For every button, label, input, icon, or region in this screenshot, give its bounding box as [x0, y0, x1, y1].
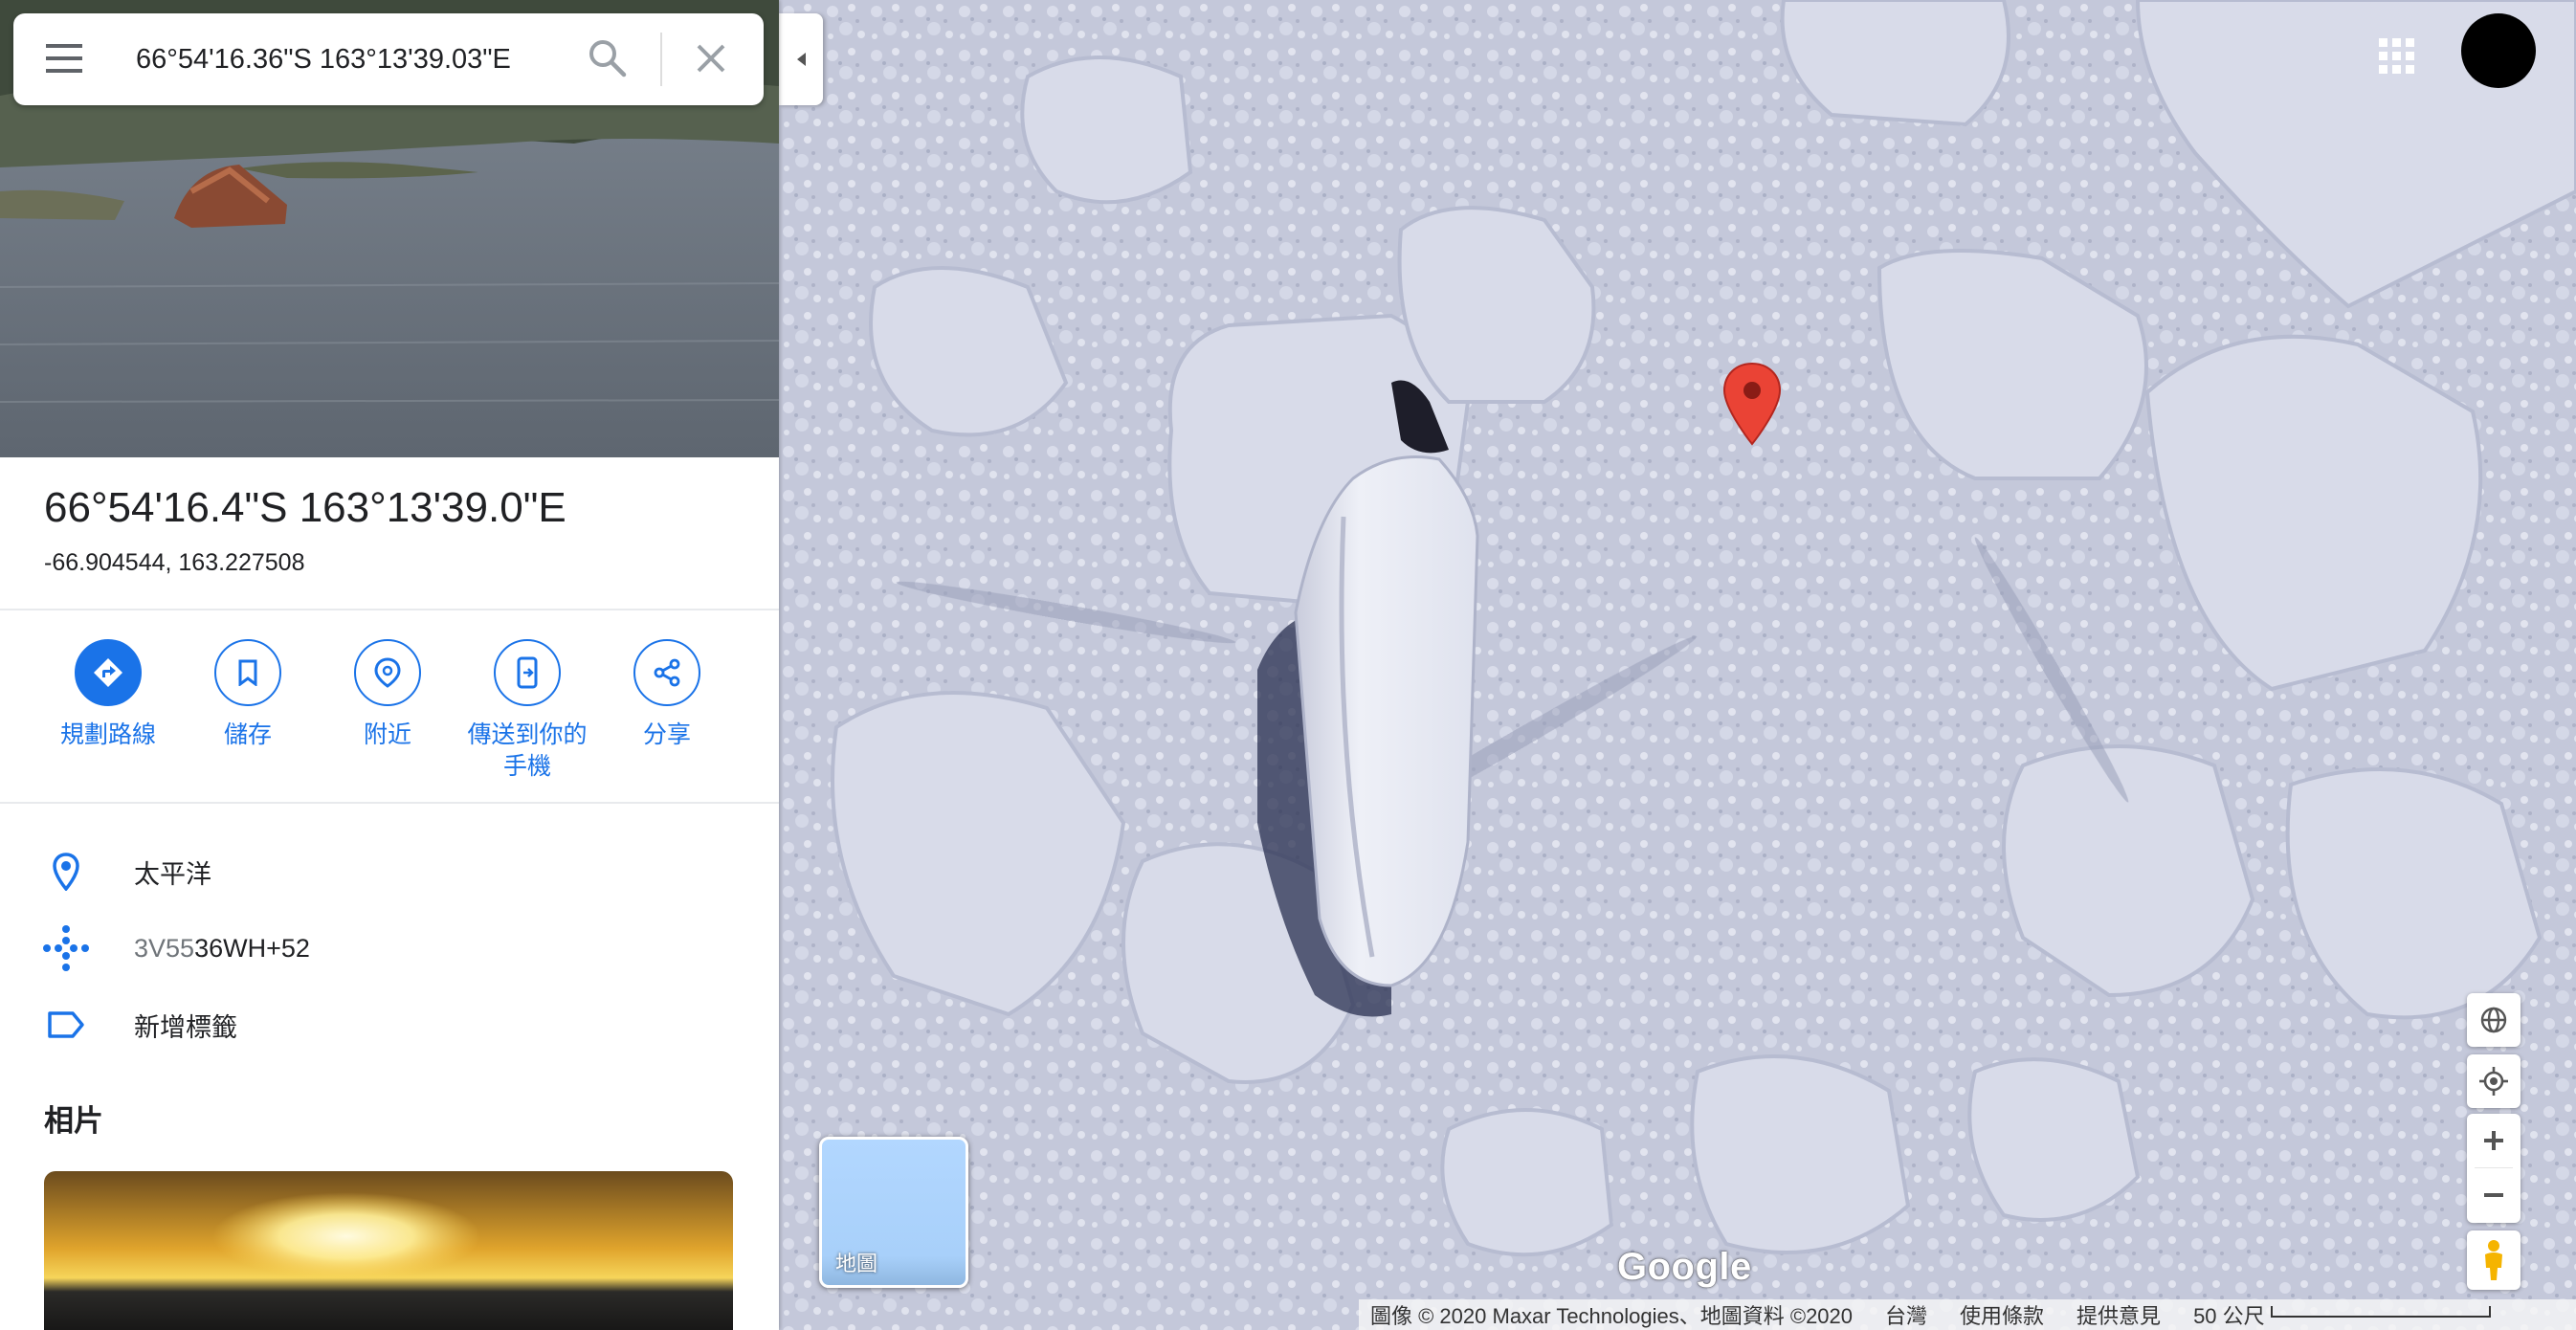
apps-grid-icon[interactable] — [2379, 38, 2415, 75]
collapse-panel-button[interactable] — [779, 13, 823, 105]
globe-icon — [2480, 1007, 2507, 1033]
search-input[interactable]: 66°54'16.36"S 163°13'39.03"E — [136, 13, 511, 105]
save-label: 儲存 — [223, 721, 272, 748]
action-buttons: 規劃路線 儲存 附近 傳送到你的 手機 分享 — [38, 639, 737, 783]
imagery-attribution: 圖像 © 2020 Maxar Technologies、地圖資料 ©2020 — [1370, 1304, 1854, 1328]
region-link[interactable]: 台灣 — [1885, 1299, 1927, 1330]
crosshair-icon — [2479, 1067, 2508, 1096]
minus-icon — [2484, 1193, 2503, 1197]
terms-link[interactable]: 使用條款 — [1960, 1299, 2044, 1330]
place-title: 66°54'16.4"S 163°13'39.0"E — [44, 484, 566, 531]
google-logo: Google — [1617, 1246, 1752, 1288]
scale-label: 50 公尺 — [2193, 1304, 2265, 1328]
map-footer: 圖像 © 2020 Maxar Technologies、地圖資料 ©2020 … — [1359, 1299, 2576, 1330]
plus-code-text: 3V5536WH+52 — [134, 934, 310, 964]
sunset-photo — [44, 1171, 733, 1330]
nearby-icon — [374, 657, 401, 688]
location-row[interactable]: 太平洋 — [0, 838, 779, 905]
plus-code-row[interactable]: 3V5536WH+52 — [0, 915, 779, 982]
plus-code-rest: 36WH+52 — [194, 933, 310, 963]
share-icon — [654, 658, 680, 687]
side-panel: 66°54'16.36"S 163°13'39.03"E 66°54'16.4"… — [0, 0, 779, 1330]
add-label-text: 新增標籤 — [134, 1012, 237, 1042]
plus-icon — [2484, 1131, 2503, 1150]
location-pin-icon[interactable] — [1722, 362, 1782, 446]
nearby-label: 附近 — [363, 721, 411, 748]
search-box: 66°54'16.36"S 163°13'39.03"E — [13, 13, 764, 105]
bookmark-icon — [238, 659, 257, 686]
search-divider — [660, 33, 662, 86]
send-to-phone-icon — [517, 656, 538, 689]
nearby-button[interactable]: 附近 — [318, 639, 457, 783]
divider — [0, 802, 779, 804]
photo-thumbnail[interactable] — [44, 1171, 733, 1330]
photos-heading: 相片 — [44, 1104, 103, 1138]
pegman-icon — [2485, 1240, 2502, 1280]
hamburger-menu-icon[interactable] — [46, 42, 82, 75]
map-layer-toggle[interactable]: 地圖 — [819, 1137, 968, 1288]
add-label-row[interactable]: 新增標籤 — [0, 991, 779, 1058]
directions-icon — [94, 658, 122, 687]
decimal-coordinates[interactable]: -66.904544, 163.227508 — [44, 549, 304, 577]
zoom-in-button[interactable] — [2467, 1114, 2520, 1167]
close-icon[interactable] — [695, 42, 727, 75]
plus-code-prefix: 3V55 — [134, 933, 195, 963]
globe-view-button[interactable] — [2467, 993, 2520, 1047]
search-icon[interactable] — [588, 38, 628, 78]
label-tag-icon — [48, 1011, 84, 1038]
scale-bar[interactable]: 50 公尺 — [2193, 1299, 2491, 1330]
divider — [0, 609, 779, 610]
satellite-imagery — [779, 0, 2576, 1330]
directions-label: 規劃路線 — [59, 721, 156, 748]
my-location-button[interactable] — [2467, 1054, 2520, 1108]
zoom-out-button[interactable] — [2467, 1168, 2520, 1222]
share-label: 分享 — [642, 721, 691, 748]
scale-line — [2270, 1306, 2491, 1318]
send-to-phone-label: 傳送到你的 手機 — [467, 721, 588, 780]
zoom-controls — [2467, 1114, 2520, 1223]
place-pin-icon — [53, 853, 79, 891]
save-button[interactable]: 儲存 — [178, 639, 318, 783]
location-text: 太平洋 — [134, 859, 211, 889]
share-button[interactable]: 分享 — [597, 639, 737, 783]
feedback-link[interactable]: 提供意見 — [2076, 1299, 2161, 1330]
caret-left-icon — [797, 53, 806, 66]
street-view-pegman-button[interactable] — [2467, 1230, 2520, 1290]
satellite-map[interactable]: 地圖 Google 圖像 © 2020 Maxar Technologies、地… — [779, 0, 2576, 1330]
send-to-phone-button[interactable]: 傳送到你的 手機 — [457, 639, 597, 783]
directions-button[interactable]: 規劃路線 — [38, 639, 178, 783]
layer-label: 地圖 — [835, 1252, 878, 1275]
account-avatar[interactable] — [2461, 13, 2536, 88]
plus-code-icon — [43, 925, 89, 971]
